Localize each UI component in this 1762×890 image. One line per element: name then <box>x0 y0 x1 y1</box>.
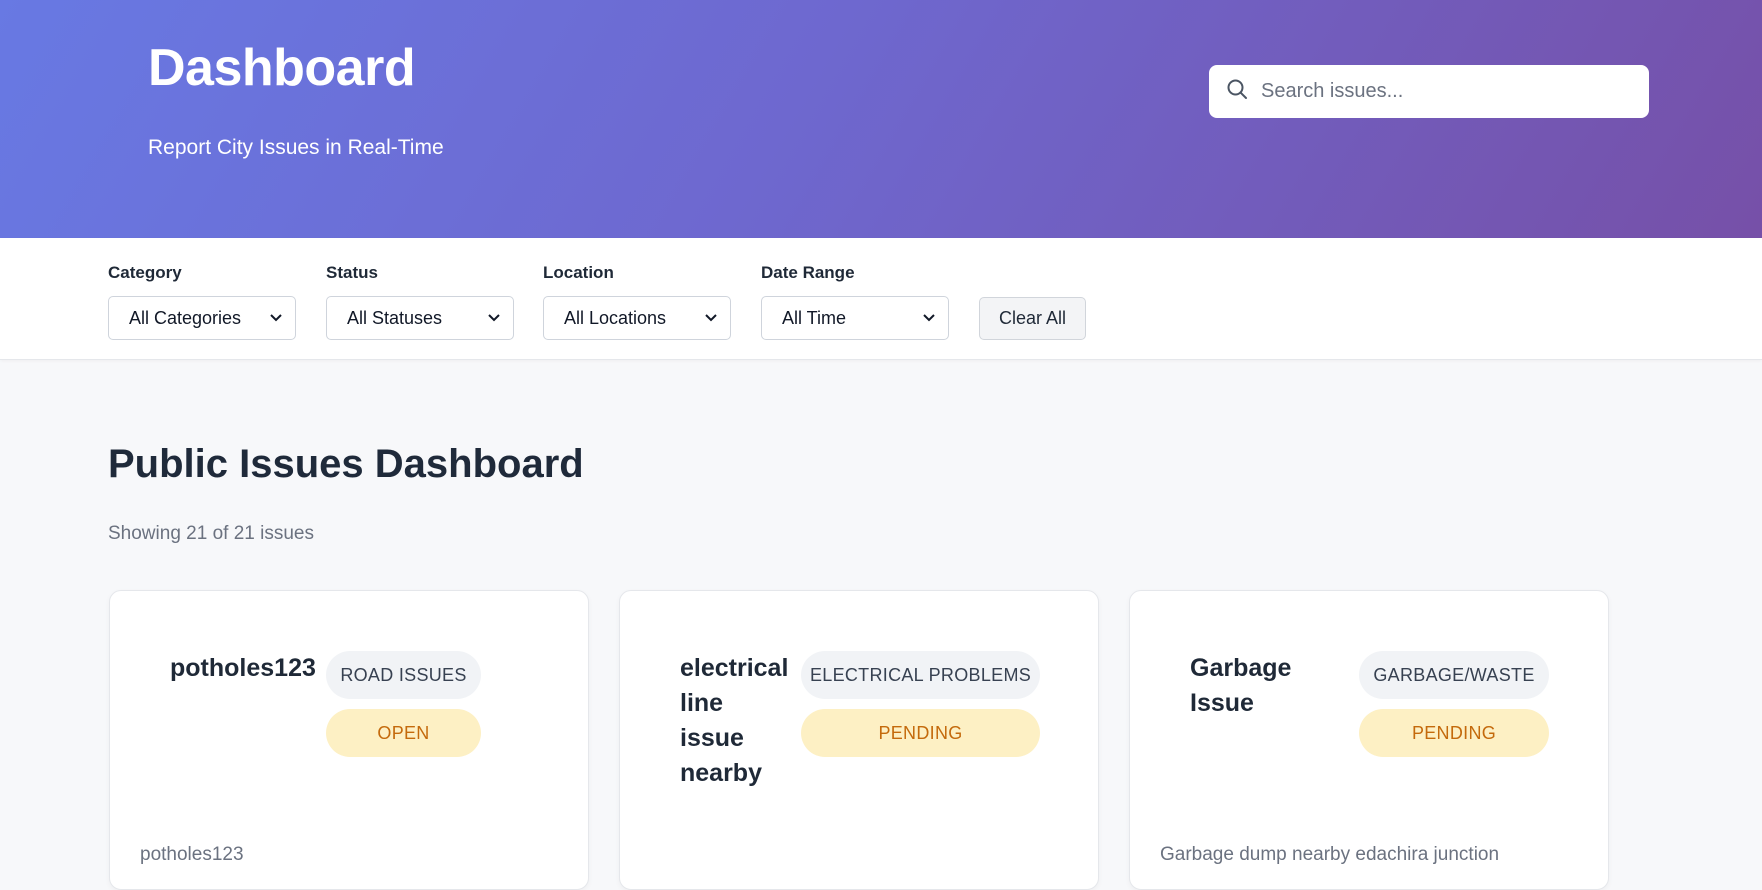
issue-title: potholes123 <box>170 654 316 682</box>
clear-all-button[interactable]: Clear All <box>979 297 1086 340</box>
chevron-down-icon <box>270 314 282 322</box>
status-filter: Status All Statuses <box>326 262 514 340</box>
category-filter: Category All Categories <box>108 262 296 340</box>
filter-bar: Category All Categories Status All Statu… <box>0 238 1762 360</box>
category-filter-label: Category <box>108 263 182 282</box>
issue-title: Garbage Issue <box>1190 654 1292 717</box>
date-range-filter-label: Date Range <box>761 263 855 282</box>
date-range-select-value: All Time <box>782 307 847 328</box>
issue-card[interactable]: electrical line issue nearby ELECTRICAL … <box>619 590 1099 890</box>
issue-card[interactable]: potholes123 ROAD ISSUES OPEN potholes123 <box>109 590 589 890</box>
page-subtitle: Report City Issues in Real-Time <box>148 136 444 159</box>
location-select[interactable]: All Locations <box>543 296 731 340</box>
status-select[interactable]: All Statuses <box>326 296 514 340</box>
location-filter-label: Location <box>543 263 614 282</box>
category-select[interactable]: All Categories <box>108 296 296 340</box>
issue-description: potholes123 <box>140 844 244 865</box>
category-badge: GARBAGE/WASTE <box>1359 651 1549 699</box>
chevron-down-icon <box>705 314 717 322</box>
location-select-value: All Locations <box>564 307 667 328</box>
category-select-value: All Categories <box>129 307 242 328</box>
status-select-value: All Statuses <box>347 307 443 328</box>
dashboard-heading: Public Issues Dashboard <box>108 442 584 486</box>
issue-count: Showing 21 of 21 issues <box>108 523 314 544</box>
chevron-down-icon <box>923 314 935 322</box>
date-range-filter: Date Range All Time <box>761 262 949 340</box>
page-title: Dashboard <box>148 39 416 97</box>
status-filter-label: Status <box>326 263 378 282</box>
issue-description: Garbage dump nearby edachira junction <box>1160 844 1500 865</box>
search-icon <box>1225 77 1249 106</box>
search-input[interactable] <box>1261 80 1631 103</box>
issue-card[interactable]: Garbage Issue GARBAGE/WASTE PENDING Garb… <box>1129 590 1609 890</box>
search-bar[interactable] <box>1209 65 1649 118</box>
chevron-down-icon <box>488 314 500 322</box>
date-range-select[interactable]: All Time <box>761 296 949 340</box>
status-badge: PENDING <box>1359 709 1549 757</box>
location-filter: Location All Locations <box>543 262 731 340</box>
category-badge: ELECTRICAL PROBLEMS <box>801 651 1040 699</box>
page-header: Dashboard Report City Issues in Real-Tim… <box>0 0 1762 238</box>
status-badge: PENDING <box>801 709 1040 757</box>
status-badge: OPEN <box>326 709 481 757</box>
issue-title: electrical line issue nearby <box>680 654 789 787</box>
category-badge: ROAD ISSUES <box>326 651 481 699</box>
